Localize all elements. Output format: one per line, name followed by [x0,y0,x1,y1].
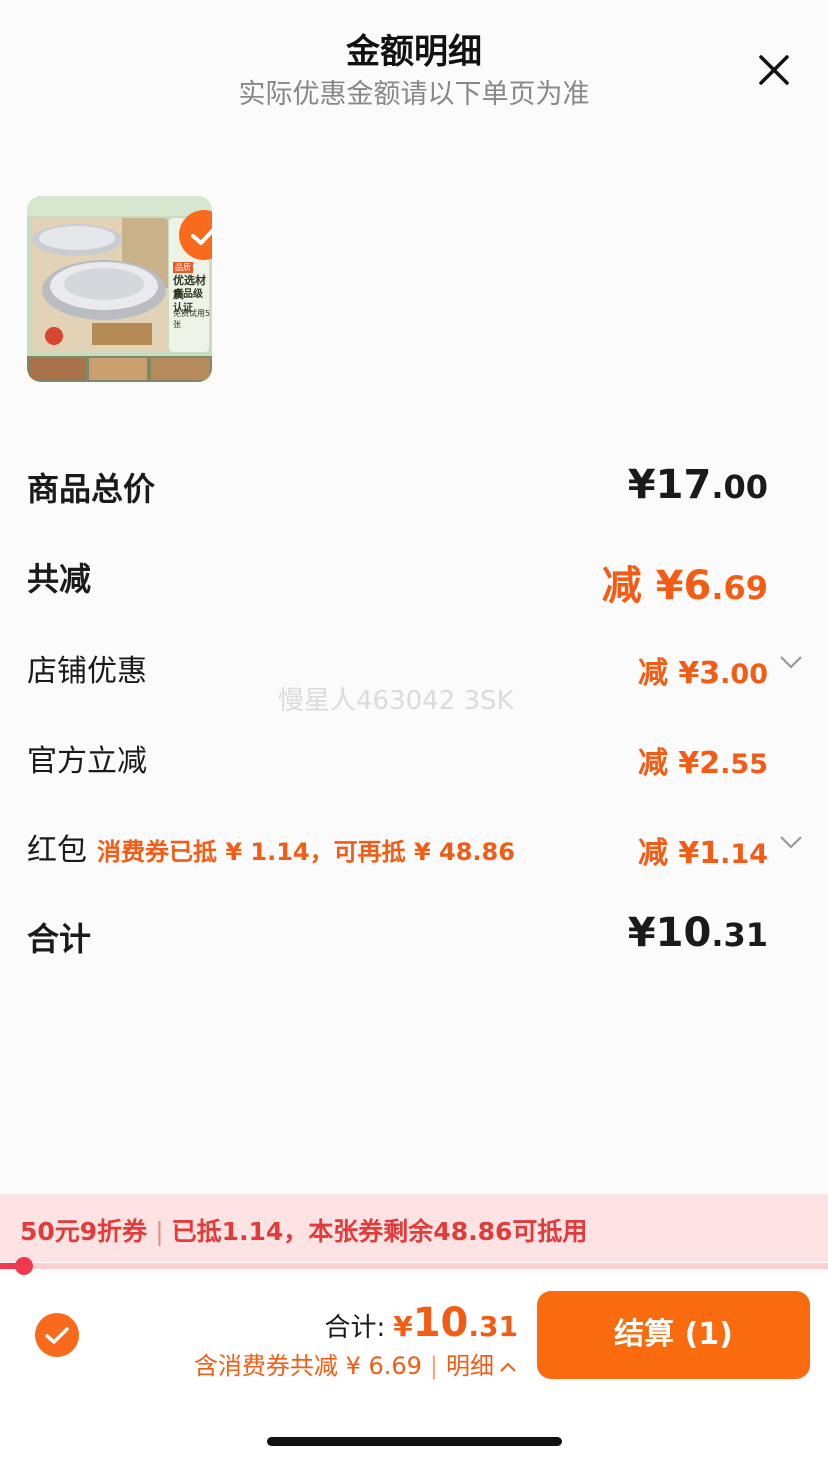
page-title: 金额明细 [346,32,482,72]
header: 金额明细 实际优惠金额请以下单页为准 [0,0,828,130]
official-discount-value: 减 ¥2.55 [637,746,768,781]
red-packet-row: 红包 消费券已抵 ¥ 1.14，可再抵 ¥ 48.86 [27,825,515,869]
thumb-tag: 品质 [173,262,193,273]
sum-value: ¥10.31 [627,910,768,956]
total-price-value: ¥17.00 [627,462,768,508]
home-indicator [267,1437,562,1446]
shop-discount-value[interactable]: 减 ¥3.00 [638,648,768,692]
page-subtitle: 实际优惠金额请以下单页为准 [238,79,590,110]
red-packet-label: 红包 [27,833,87,868]
coupon-desc: 已抵1.14，本张券剩余48.86可抵用 [171,1217,588,1246]
footer-total-label: 合计: [324,1313,386,1343]
footer-total: 合计: ¥10.31 [324,1300,518,1346]
red-packet-note: 消费券已抵 ¥ 1.14，可再抵 ¥ 48.86 [97,838,515,866]
chevron-up-icon [500,1362,516,1372]
select-all-check-icon[interactable] [35,1313,79,1357]
product-thumbnail[interactable]: 优选材质 食品级认证 免费试用5张 品质 [27,196,212,382]
thumb-bottom-strip [27,356,212,382]
checkout-button[interactable]: 结算 (1) [537,1291,810,1379]
red-packet-value[interactable]: 减 ¥1.14 [638,828,768,872]
savings-text: 含消费券共减 ¥ 6.69 [193,1352,422,1380]
close-icon[interactable] [752,48,796,92]
coupon-text: 50元9折券 | 已抵1.14，本张券剩余48.86可抵用 [20,1212,587,1248]
shop-discount-label: 店铺优惠 [27,654,147,689]
coupon-progress-track [0,1263,828,1269]
coupon-name: 50元9折券 [20,1217,148,1246]
product-photo [32,218,168,352]
shop-discount-chevron-down-icon[interactable] [778,653,804,671]
official-discount-label: 官方立减 [27,744,147,779]
coupon-separator: | [155,1217,164,1246]
total-price-label: 商品总价 [27,470,156,508]
product-selected-check-icon[interactable] [179,210,212,260]
sum-label: 合计 [27,920,92,958]
red-packet-chevron-down-icon[interactable] [778,833,804,851]
total-discount-value: 减 ¥6.69 [601,563,768,609]
coupon-progress-knob [15,1257,33,1275]
detail-toggle[interactable]: 明细 [446,1352,518,1380]
thumb-small-text: 免费试用5张 [173,309,211,329]
watermark: 慢星人463042 3SK [278,686,514,716]
footer-savings: 含消费券共减 ¥ 6.69 | 明细 [194,1346,518,1381]
total-discount-label: 共减 [27,560,92,598]
